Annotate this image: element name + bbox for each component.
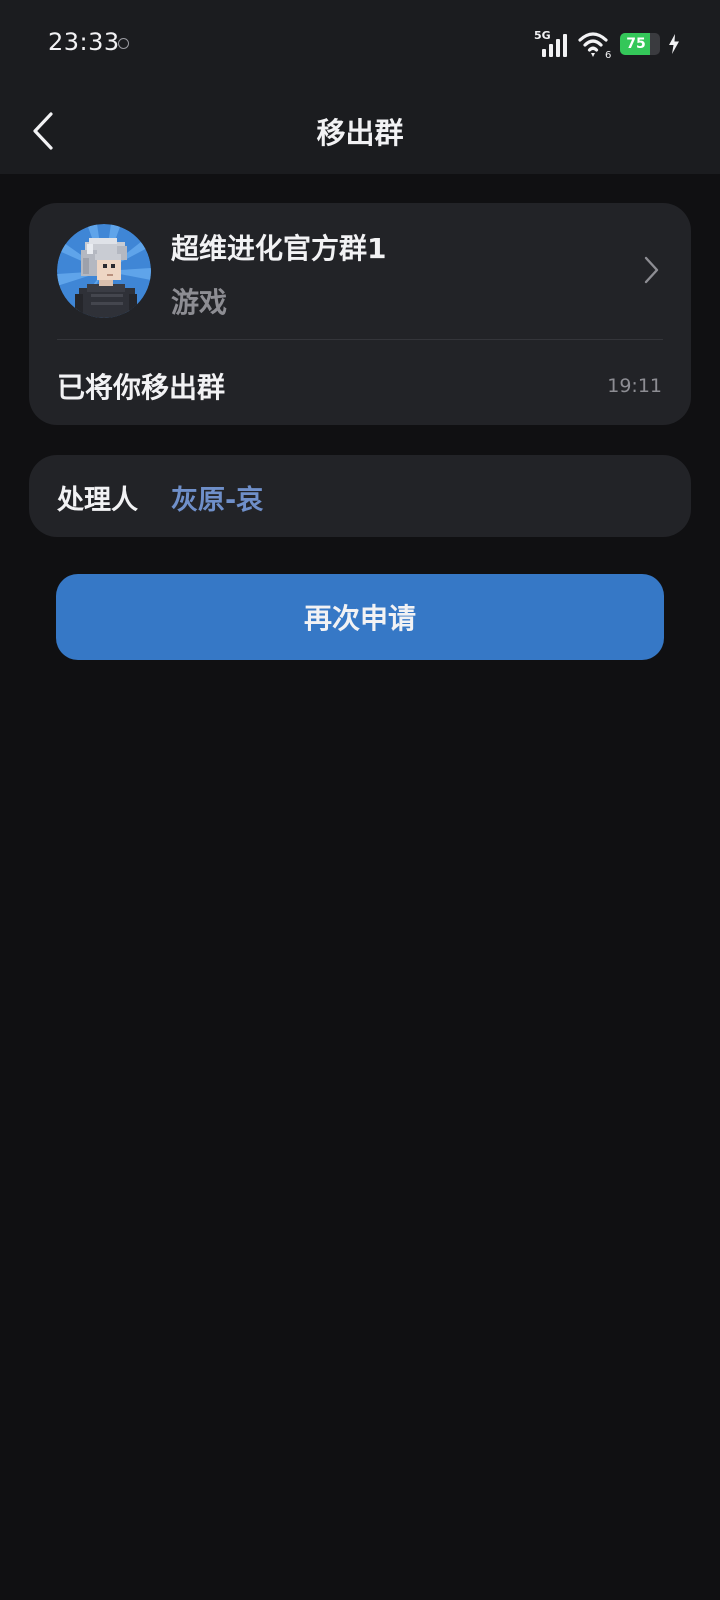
group-card: 超维进化官方群1 游戏 已将你移出群 19:11 bbox=[29, 203, 691, 425]
handler-card: 处理人 灰原-哀 bbox=[29, 455, 691, 537]
divider bbox=[57, 339, 663, 340]
battery-level: 75 bbox=[626, 36, 646, 52]
signal-bar bbox=[556, 39, 560, 57]
removal-time: 19:11 bbox=[607, 375, 662, 397]
battery-icon: 75 bbox=[620, 33, 660, 55]
pixel-character-avatar-icon bbox=[57, 224, 151, 318]
signal-bar bbox=[549, 44, 553, 57]
status-time: 23:33 bbox=[48, 28, 120, 56]
group-info-row[interactable]: 超维进化官方群1 游戏 bbox=[29, 203, 691, 339]
cellular-signal-icon: 5G bbox=[534, 29, 570, 59]
handler-name-link[interactable]: 灰原-哀 bbox=[171, 478, 263, 517]
navigation-bar: 移出群 bbox=[0, 88, 720, 174]
group-avatar bbox=[57, 224, 151, 318]
handler-label: 处理人 bbox=[57, 485, 138, 516]
signal-bar bbox=[563, 34, 567, 57]
group-category: 游戏 bbox=[171, 286, 228, 319]
chevron-right-icon bbox=[644, 256, 659, 284]
charging-bolt-icon bbox=[669, 34, 679, 54]
wifi-icon: 6 bbox=[578, 32, 611, 59]
removal-message: 已将你移出群 bbox=[57, 371, 226, 404]
page-title: 移出群 bbox=[316, 116, 404, 150]
status-bar: 23:33 5G 6 75 bbox=[0, 0, 720, 88]
signal-bar bbox=[542, 49, 546, 57]
notification-dot-icon bbox=[118, 38, 129, 49]
reapply-button[interactable]: 再次申请 bbox=[56, 574, 664, 660]
wifi-badge: 6 bbox=[605, 50, 611, 59]
status-indicators: 5G 6 75 bbox=[534, 26, 680, 62]
network-type: 5G bbox=[534, 29, 551, 42]
group-name: 超维进化官方群1 bbox=[171, 232, 387, 265]
